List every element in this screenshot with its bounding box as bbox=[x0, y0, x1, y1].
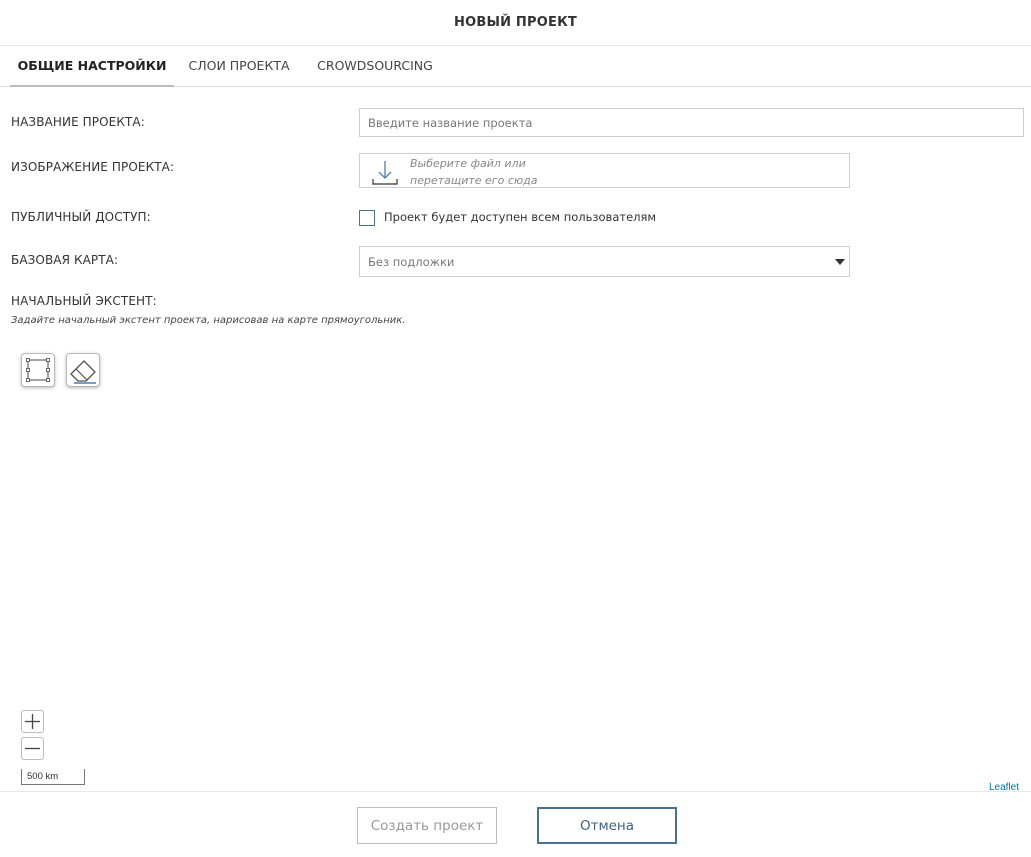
rectangle-draw-icon bbox=[26, 358, 50, 382]
public-access-checkbox-label[interactable]: Проект будет доступен всем пользователям bbox=[384, 210, 656, 224]
dialog-header: НОВЫЙ ПРОЕКТ bbox=[0, 0, 1031, 46]
dropzone-hint-line1: Выберите файл или bbox=[410, 157, 526, 170]
dropzone-hint-line2: перетащите его сюда bbox=[410, 174, 538, 187]
initial-extent-hint: Задайте начальный экстент проекта, нарис… bbox=[11, 315, 406, 326]
download-icon bbox=[372, 161, 398, 185]
project-image-label: ИЗОБРАЖЕНИЕ ПРОЕКТА: bbox=[11, 160, 175, 174]
cancel-button[interactable]: Отмена bbox=[537, 807, 677, 844]
map-container[interactable]: 500 km Leaflet bbox=[0, 340, 1031, 793]
dialog-title: НОВЫЙ ПРОЕКТ bbox=[454, 15, 577, 30]
create-project-button[interactable]: Создать проект bbox=[357, 807, 497, 844]
project-image-dropzone[interactable]: Выберите файл или перетащите его сюда bbox=[359, 153, 850, 188]
project-name-input[interactable] bbox=[359, 108, 1024, 137]
map-attribution-link[interactable]: Leaflet bbox=[989, 782, 1019, 793]
tab-crowdsourcing[interactable]: CROWDSOURCING bbox=[308, 46, 442, 87]
zoom-in-button[interactable] bbox=[21, 710, 44, 733]
basemap-label: БАЗОВАЯ КАРТА: bbox=[11, 253, 119, 267]
erase-button[interactable] bbox=[66, 353, 100, 387]
plus-icon bbox=[25, 714, 40, 729]
tab-general-settings[interactable]: ОБЩИЕ НАСТРОЙКИ bbox=[10, 46, 174, 87]
draw-rectangle-button[interactable] bbox=[21, 353, 55, 387]
basemap-select[interactable]: Без подложки bbox=[359, 246, 850, 277]
tab-project-layers[interactable]: СЛОИ ПРОЕКТА bbox=[180, 46, 298, 87]
tab-bar: ОБЩИЕ НАСТРОЙКИ СЛОИ ПРОЕКТА CROWDSOURCI… bbox=[0, 46, 1031, 87]
project-name-label: НАЗВАНИЕ ПРОЕКТА: bbox=[11, 115, 145, 129]
zoom-out-button[interactable] bbox=[21, 737, 44, 760]
public-access-checkbox[interactable] bbox=[359, 210, 375, 226]
eraser-icon bbox=[70, 360, 96, 384]
map-scale-bar: 500 km bbox=[21, 769, 85, 785]
public-access-label: ПУБЛИЧНЫЙ ДОСТУП: bbox=[11, 210, 151, 224]
initial-extent-label: НАЧАЛЬНЫЙ ЭКСТЕНТ: bbox=[11, 294, 157, 308]
caret-down-icon bbox=[835, 259, 845, 265]
minus-icon bbox=[25, 747, 40, 750]
basemap-selected-value: Без подложки bbox=[368, 255, 455, 269]
